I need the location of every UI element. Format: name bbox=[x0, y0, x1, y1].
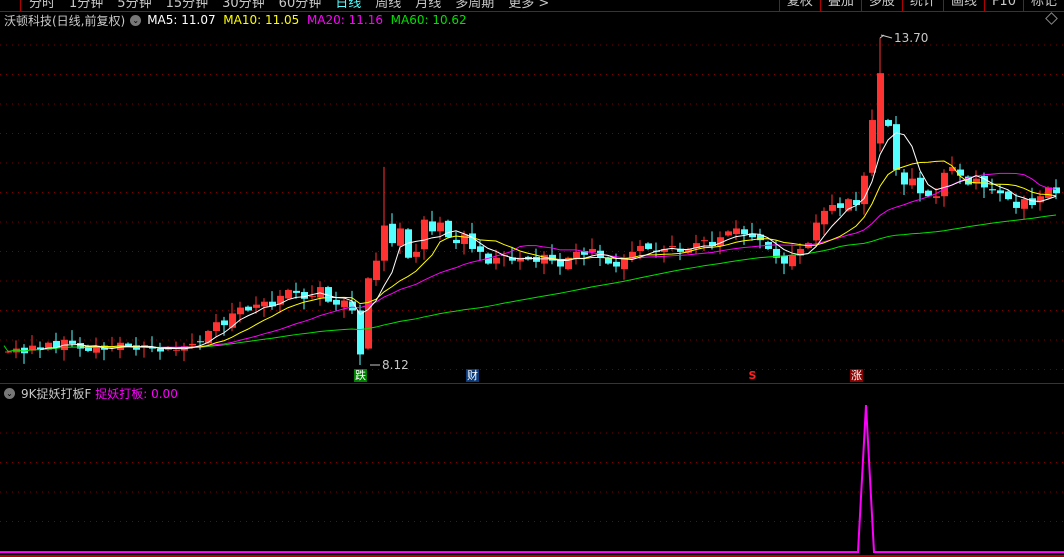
candle-up bbox=[909, 178, 916, 186]
candle-down bbox=[197, 341, 204, 343]
candle-down bbox=[741, 229, 748, 235]
candle-down bbox=[221, 320, 228, 326]
candle-up bbox=[701, 240, 708, 242]
candle-down bbox=[333, 299, 340, 305]
candle-down bbox=[1053, 187, 1060, 194]
ma60-line bbox=[3, 214, 1057, 353]
candle-up bbox=[941, 172, 948, 197]
candle-down bbox=[477, 246, 484, 252]
candle-up bbox=[821, 210, 828, 225]
signal-marker[interactable]: S bbox=[746, 369, 759, 382]
candle-up bbox=[637, 246, 644, 252]
candle-down bbox=[357, 310, 364, 355]
candle-down bbox=[245, 306, 252, 311]
candle-down bbox=[389, 223, 396, 244]
candle-up bbox=[829, 205, 836, 211]
candle-down bbox=[893, 124, 900, 170]
candle-up bbox=[373, 260, 380, 281]
candle-down bbox=[1005, 191, 1012, 200]
candle-up bbox=[493, 257, 500, 264]
candle-down bbox=[613, 261, 620, 267]
candle-down bbox=[989, 189, 996, 191]
candle-up bbox=[213, 322, 220, 331]
candle-down bbox=[645, 243, 652, 249]
candle-down bbox=[293, 290, 300, 293]
candle-up bbox=[237, 307, 244, 315]
candle-up bbox=[789, 254, 796, 267]
candle-up bbox=[589, 248, 596, 253]
candle-down bbox=[429, 221, 436, 232]
candle-down bbox=[781, 255, 788, 264]
candle-up bbox=[413, 251, 420, 257]
candle-up bbox=[437, 222, 444, 232]
candle-down bbox=[77, 343, 84, 349]
candle-up bbox=[381, 225, 388, 261]
candle-up bbox=[733, 228, 740, 235]
candle-up bbox=[869, 120, 876, 173]
candle-up bbox=[933, 196, 940, 198]
ma5-line bbox=[39, 132, 1057, 351]
signal-marker[interactable]: 财 bbox=[466, 369, 479, 382]
signal-marker[interactable]: 涨 bbox=[850, 369, 863, 382]
candle-up bbox=[397, 228, 404, 246]
candle-down bbox=[957, 169, 964, 176]
candle-up bbox=[573, 251, 580, 259]
indicator-info-line: ⌄ 9K捉妖打板F 捉妖打板: 0.00 bbox=[4, 385, 178, 401]
candle-down bbox=[469, 233, 476, 249]
candle-up bbox=[1021, 199, 1028, 209]
candle-down bbox=[453, 239, 460, 244]
ma10-line bbox=[79, 160, 1057, 349]
indicator-name: 9K捉妖打板F bbox=[21, 386, 92, 401]
candlestick-chart[interactable]: 13.70 8.12 bbox=[0, 0, 1064, 557]
candle-down bbox=[1029, 198, 1036, 206]
candle-up bbox=[205, 331, 212, 344]
indicator-value: 捉妖打板: 0.00 bbox=[95, 386, 178, 401]
indicator-line bbox=[0, 404, 1064, 553]
candle-down bbox=[69, 340, 76, 344]
candle-down bbox=[997, 190, 1004, 194]
candle-down bbox=[901, 172, 908, 185]
candle-up bbox=[317, 287, 324, 298]
candle-up bbox=[341, 300, 348, 308]
candle-down bbox=[917, 177, 924, 194]
candle-up bbox=[285, 289, 292, 299]
candle-down bbox=[301, 292, 308, 299]
candle-up bbox=[725, 231, 732, 236]
candle-up bbox=[813, 222, 820, 241]
candle-up bbox=[461, 234, 468, 244]
candle-down bbox=[1013, 201, 1020, 208]
candle-up bbox=[309, 295, 316, 297]
candle-up bbox=[669, 246, 676, 248]
candle-up bbox=[253, 304, 260, 308]
candle-up bbox=[189, 343, 196, 346]
candle-up bbox=[365, 278, 372, 349]
signal-marker[interactable]: 跌 bbox=[354, 369, 367, 382]
candle-down bbox=[605, 257, 612, 264]
candle-down bbox=[157, 348, 164, 352]
candle-down bbox=[445, 220, 452, 238]
chevron-down-icon[interactable]: ⌄ bbox=[4, 387, 15, 399]
candle-up bbox=[877, 73, 884, 144]
candle-up bbox=[173, 349, 180, 351]
candle-down bbox=[885, 120, 892, 126]
candle-down bbox=[837, 203, 844, 208]
candle-up bbox=[421, 219, 428, 250]
low-price-label: 8.12 bbox=[382, 358, 409, 372]
high-price-label: 13.70 bbox=[894, 31, 928, 45]
candle-up bbox=[261, 301, 268, 307]
